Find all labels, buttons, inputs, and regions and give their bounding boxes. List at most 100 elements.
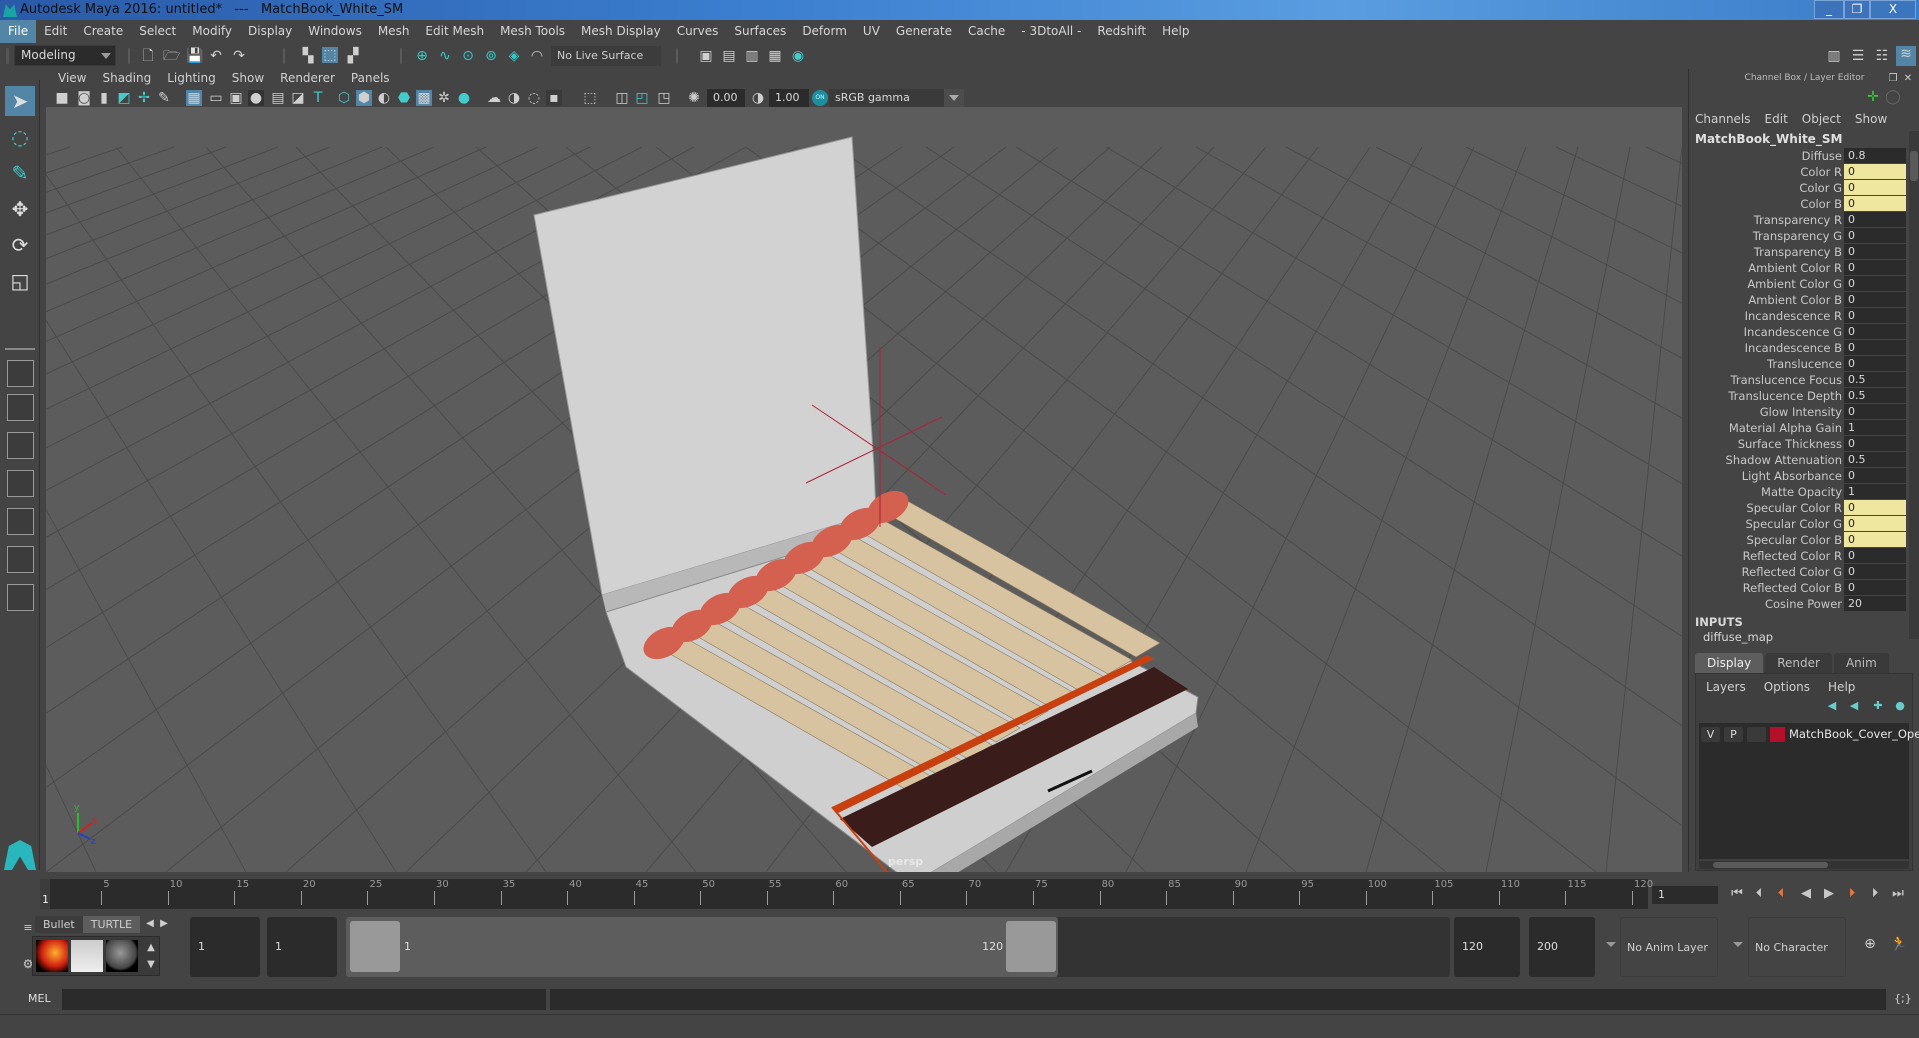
channel-row[interactable]: Color G0: [1689, 180, 1907, 196]
playback-range-slider[interactable]: 1 120: [346, 917, 1450, 977]
bookmark-icon[interactable]: ▮: [96, 90, 112, 106]
single-perspective-layout-icon[interactable]: [7, 360, 34, 387]
xray-components-icon[interactable]: ◳: [656, 90, 672, 106]
channel-value-field[interactable]: 0: [1844, 308, 1906, 323]
field-chart-icon[interactable]: ▤: [270, 90, 286, 106]
shelf-tab-bullet[interactable]: Bullet: [35, 916, 83, 933]
snap-view-plane-icon[interactable]: ◈: [506, 48, 522, 64]
persp-graph-outliner-layout-icon[interactable]: [7, 546, 34, 573]
layer-menu-help[interactable]: Help: [1828, 680, 1855, 694]
playback-range[interactable]: [346, 917, 1059, 977]
channel-value-field[interactable]: 0: [1844, 324, 1906, 339]
channel-value-field[interactable]: 0: [1844, 292, 1906, 307]
channel-label[interactable]: Diffuse: [1802, 148, 1842, 164]
animation-start-field[interactable]: 1: [190, 917, 260, 977]
time-slider[interactable]: 1 5 10 15 20 25 30 35 40 45 50 55 60 65 70 75 80 85 90 95 1…: [40, 879, 1653, 909]
live-surface-field[interactable]: No Live Surface: [551, 46, 661, 66]
image-plane-icon[interactable]: ◩: [116, 90, 132, 106]
restore-button[interactable]: ❐: [1844, 0, 1870, 19]
camera-attributes-icon[interactable]: ◙: [76, 90, 92, 106]
playback-end-field[interactable]: 120: [1454, 917, 1520, 977]
layer-display-type-toggle[interactable]: [1747, 726, 1766, 742]
channel-label[interactable]: Ambient Color G: [1747, 276, 1842, 292]
manipulator-axis-icon[interactable]: ✛: [1865, 89, 1881, 105]
menu-cache[interactable]: Cache: [960, 20, 1013, 43]
play-backwards-icon[interactable]: ◀: [1797, 884, 1815, 904]
channel-label[interactable]: Material Alpha Gain: [1729, 420, 1842, 436]
mel-command-input[interactable]: [62, 989, 546, 1010]
layer-tab-display[interactable]: Display: [1695, 653, 1764, 673]
viewport-menu-shading[interactable]: Shading: [94, 71, 159, 85]
layer-color-swatch[interactable]: [1770, 726, 1785, 742]
xray-joints-icon[interactable]: ◰: [634, 90, 650, 106]
shelf-tab-next-icon[interactable]: ▶: [156, 916, 172, 932]
new-layer-from-selected-icon[interactable]: ●: [1892, 698, 1908, 714]
snap-projected-center-icon[interactable]: ⊚: [483, 48, 499, 64]
channel-label[interactable]: Reflected Color R: [1743, 548, 1842, 564]
layer-visibility-toggle[interactable]: V: [1701, 726, 1720, 742]
layer-tab-anim[interactable]: Anim: [1833, 653, 1889, 673]
use-all-lights-icon[interactable]: ✲: [436, 90, 452, 106]
motion-blur-icon[interactable]: ◑: [506, 90, 522, 106]
channel-row[interactable]: Transparency R0: [1689, 212, 1907, 228]
four-view-layout-icon[interactable]: [7, 394, 34, 421]
viewport-menu-view[interactable]: View: [50, 71, 94, 85]
2d-pan-zoom-icon[interactable]: ✢: [136, 90, 152, 106]
grid-icon[interactable]: ▦: [186, 90, 202, 106]
channel-box-menu-object[interactable]: Object: [1802, 112, 1841, 126]
range-end-handle[interactable]: [1006, 921, 1057, 972]
menu-file[interactable]: File: [0, 20, 37, 43]
screen-space-ao-icon[interactable]: ☁: [486, 90, 502, 106]
gamma-field[interactable]: 1.00: [769, 89, 809, 107]
channel-label[interactable]: Cosine Power: [1765, 596, 1842, 612]
channel-box-menu-edit[interactable]: Edit: [1765, 112, 1788, 126]
3d-viewport[interactable]: y x z persp: [46, 107, 1682, 872]
channel-label[interactable]: Specular Color B: [1747, 532, 1842, 548]
channel-label[interactable]: Shadow Attenuation: [1726, 452, 1842, 468]
menu-mesh-tools[interactable]: Mesh Tools: [492, 20, 573, 43]
color-management-toggle[interactable]: ON: [812, 90, 828, 106]
channel-label[interactable]: Translucence Focus: [1731, 372, 1842, 388]
character-set-dropdown-arrow[interactable]: [1733, 942, 1743, 947]
depth-of-field-icon[interactable]: ▪: [546, 90, 562, 106]
channel-value-field[interactable]: 0: [1844, 580, 1906, 595]
channel-row[interactable]: Translucence Focus 0.5: [1689, 372, 1907, 388]
menu-surfaces[interactable]: Surfaces: [726, 20, 794, 43]
shadows-icon[interactable]: ●: [456, 90, 472, 106]
shelf-tab-turtle[interactable]: TURTLE: [82, 916, 141, 933]
grease-pencil-icon[interactable]: ✎: [156, 90, 172, 106]
channel-row[interactable]: Matte Opacity 1: [1689, 484, 1907, 500]
render-view-icon[interactable]: ▣: [698, 48, 714, 64]
menu-edit[interactable]: Edit: [36, 20, 75, 43]
range-start-handle[interactable]: [350, 921, 400, 972]
channel-label[interactable]: Surface Thickness: [1738, 436, 1842, 452]
menu-curves[interactable]: Curves: [669, 20, 727, 43]
channel-row[interactable]: Specular Color B0: [1689, 532, 1907, 548]
viewport-menu-renderer[interactable]: Renderer: [272, 71, 343, 85]
move-layer-down-icon[interactable]: ◀: [1846, 698, 1862, 714]
step-back-key-icon[interactable]: ⏴: [1772, 884, 1790, 904]
channel-value-field[interactable]: 0: [1844, 228, 1906, 243]
hypershade-icon[interactable]: ◉: [790, 48, 806, 64]
channel-box-toggle-icon[interactable]: ≋: [1896, 46, 1916, 66]
layer-name[interactable]: MatchBook_Cover_Oper: [1789, 727, 1919, 741]
use-default-material-icon[interactable]: ◐: [376, 90, 392, 106]
channel-value-field[interactable]: 0: [1844, 180, 1906, 195]
snap-grid-icon[interactable]: ⊕: [414, 48, 430, 64]
channel-value-field[interactable]: 0.5: [1844, 372, 1906, 387]
hypershade-layout-icon[interactable]: [7, 508, 34, 535]
safe-action-icon[interactable]: ◪: [290, 90, 306, 106]
channel-value-field[interactable]: 0: [1844, 500, 1906, 515]
close-button[interactable]: X: [1870, 0, 1916, 19]
channel-box-menu-show[interactable]: Show: [1855, 112, 1887, 126]
channel-row[interactable]: Specular Color R0: [1689, 500, 1907, 516]
menu-generate[interactable]: Generate: [888, 20, 960, 43]
channel-label[interactable]: Translucence Depth: [1728, 388, 1842, 404]
channel-row[interactable]: Cosine Power 20: [1689, 596, 1907, 612]
play-forwards-icon[interactable]: ▶: [1820, 884, 1838, 904]
viewport-menu-panels[interactable]: Panels: [343, 71, 398, 85]
layer-menu-options[interactable]: Options: [1764, 680, 1810, 694]
channel-value-field[interactable]: 0.5: [1844, 452, 1906, 467]
channel-label[interactable]: Transparency R: [1754, 212, 1842, 228]
xray-icon[interactable]: ◫: [614, 90, 630, 106]
